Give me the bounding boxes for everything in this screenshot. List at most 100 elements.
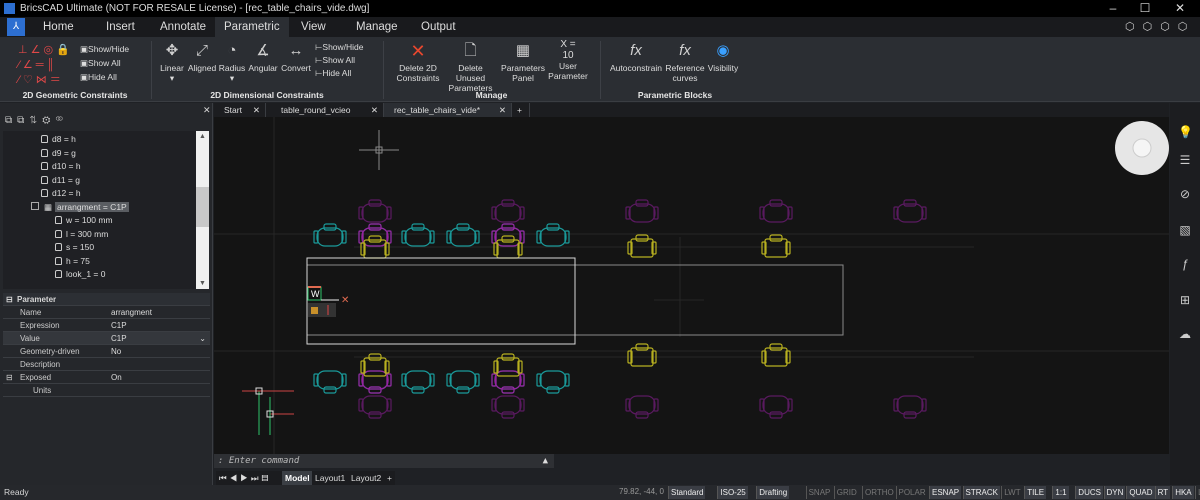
close-button[interactable]: ✕ [1165,0,1195,17]
collapse-icon[interactable]: ⊟ [6,293,13,306]
property-row[interactable]: Value C1P ⌄ [3,332,210,345]
chair[interactable] [761,234,791,258]
property-value[interactable]: On [111,371,122,384]
scroll-down-icon[interactable]: ▼ [196,280,209,287]
chair[interactable] [536,370,570,394]
geo-show-all-button[interactable]: ▣Show All [80,57,121,70]
tab-output[interactable]: Output [412,17,465,37]
tree-item[interactable]: d8 = h [3,133,196,147]
property-value[interactable]: C1P [111,332,127,345]
property-value[interactable]: arrangment [111,306,152,319]
chair[interactable] [446,370,480,394]
property-row[interactable]: Name arrangment [3,306,210,319]
chair[interactable] [893,199,927,223]
status-toggle[interactable]: ESNAP [929,486,962,499]
status-toggle[interactable]: SNAP [805,486,833,499]
status-toggle[interactable]: TILE [1024,486,1047,499]
chair[interactable] [536,223,570,247]
layout-tab-model[interactable]: Model [282,471,313,485]
panel-close-icon[interactable]: ✕ [203,105,211,116]
command-input[interactable]: : Enter command [214,456,299,466]
tree-item[interactable]: d9 = g [3,147,196,161]
dim-show-all-button[interactable]: ⊢Show All [315,54,355,67]
tab-parametric[interactable]: Parametric [215,17,289,37]
angular-button[interactable]: ∡ Angular [247,41,279,73]
tab-insert[interactable]: Insert [97,17,144,37]
maximize-button[interactable]: ☐ [1130,0,1160,17]
property-row[interactable]: ⊟ Exposed On [3,371,210,384]
chair[interactable] [446,223,480,247]
tab-manage[interactable]: Manage [347,17,407,37]
property-value[interactable]: No [111,345,121,358]
chair[interactable] [401,370,435,394]
doc-tab-start[interactable]: Start ✕ [214,103,266,117]
chair[interactable] [625,199,659,223]
doc-tab-table-round[interactable]: table_round_vcieo ✕ [266,103,384,117]
doc-tab-rec-table[interactable]: rec_table_chairs_vide* ✕ [384,103,512,117]
layout-tab-layout1[interactable]: Layout1 [312,471,349,485]
panel-toolbar[interactable]: ⧉⧉⇅⚙⚭ [5,115,68,126]
chair[interactable] [401,223,435,247]
status-toggle[interactable]: DUCS [1075,486,1103,499]
collapse-icon[interactable]: ⊟ [6,371,13,384]
chair[interactable] [761,343,791,367]
tree-item[interactable]: d11 = g [3,174,196,188]
status-toggle[interactable]: ORTHO [862,486,896,499]
structure-icon[interactable]: ⊞ [1178,293,1192,307]
chair[interactable] [313,223,347,247]
fx-parameters-icon[interactable]: ƒ [1178,257,1192,271]
aligned-button[interactable]: ⤢ Aligned [187,41,217,73]
geometric-constraint-icons[interactable]: ⊥∠◎🔒 ⁄∠═║ ⁄♡⋈＝ [18,43,73,88]
property-row[interactable]: Geometry-driven No [3,345,210,358]
layout-tab-layout2[interactable]: Layout2 [348,471,385,485]
tree-item[interactable]: h = 75 [3,255,196,269]
drawing-canvas[interactable]: W ✕ [214,117,1169,454]
tab-annotate[interactable]: Annotate [151,17,215,37]
status-toggle[interactable]: LOCKUI [1195,486,1200,499]
chair[interactable] [491,395,525,419]
property-row[interactable]: Units [3,384,210,397]
chair[interactable] [759,395,793,419]
new-tab-button[interactable]: + [512,103,530,117]
status-toggle[interactable]: QUAD [1126,486,1155,499]
layout-nav-buttons[interactable]: ⏮◀▶⏭▤ [216,471,282,485]
collapse-icon[interactable] [31,201,39,210]
linear-button[interactable]: ✥ Linear ▾ [158,41,186,83]
command-line[interactable]: : Enter command ▲ [214,454,554,468]
chair[interactable] [625,395,659,419]
visibility-button[interactable]: ◉ Visibility [706,41,740,73]
status-toggle[interactable]: STRACK [962,486,1000,499]
cloud-icon[interactable]: ☁ [1178,327,1192,341]
minimize-button[interactable]: – [1098,0,1128,17]
chair[interactable] [759,199,793,223]
convert-button[interactable]: ↔ Convert [279,41,313,73]
tree-scrollbar[interactable]: ▲ ▼ [196,131,209,289]
app-menu-button[interactable]: ⅄ [7,18,25,36]
chair[interactable] [627,234,657,258]
chair[interactable] [358,199,392,223]
status-toggle[interactable]: ISO-25 [717,486,748,499]
chair[interactable] [358,395,392,419]
property-row[interactable]: Expression C1P [3,319,210,332]
status-toggle[interactable]: GRID [833,486,859,499]
chair[interactable] [491,199,525,223]
add-layout-button[interactable]: + [384,471,395,485]
chevron-down-icon[interactable]: ⌄ [199,332,206,345]
dim-show-hide-button[interactable]: ⊢Show/Hide [315,41,364,54]
dimension-grip[interactable]: W ✕ [307,286,349,317]
tree-item[interactable]: d12 = h [3,187,196,201]
tree-item[interactable]: d10 = h [3,160,196,174]
autoconstrain-button[interactable]: fx Autoconstrain [608,41,664,73]
delete-2d-constraints-button[interactable]: ✕ Delete 2D Constraints [393,41,443,83]
tree-item[interactable]: ▦ arrangment = C1P [3,201,196,215]
status-toggle[interactable]: Standard [668,486,706,499]
reference-curves-button[interactable]: fx Reference curves [664,41,706,83]
chair[interactable] [313,370,347,394]
status-toggle[interactable]: 1:1 [1052,486,1069,499]
chair[interactable] [627,343,657,367]
status-toggle[interactable]: HKA [1172,486,1194,499]
status-toggle[interactable]: POLAR [895,486,928,499]
view-cube-icons[interactable]: ⬡⬡⬡⬡ [1125,20,1195,33]
chair[interactable] [893,395,927,419]
sliders-icon[interactable]: ☰ [1178,153,1192,167]
